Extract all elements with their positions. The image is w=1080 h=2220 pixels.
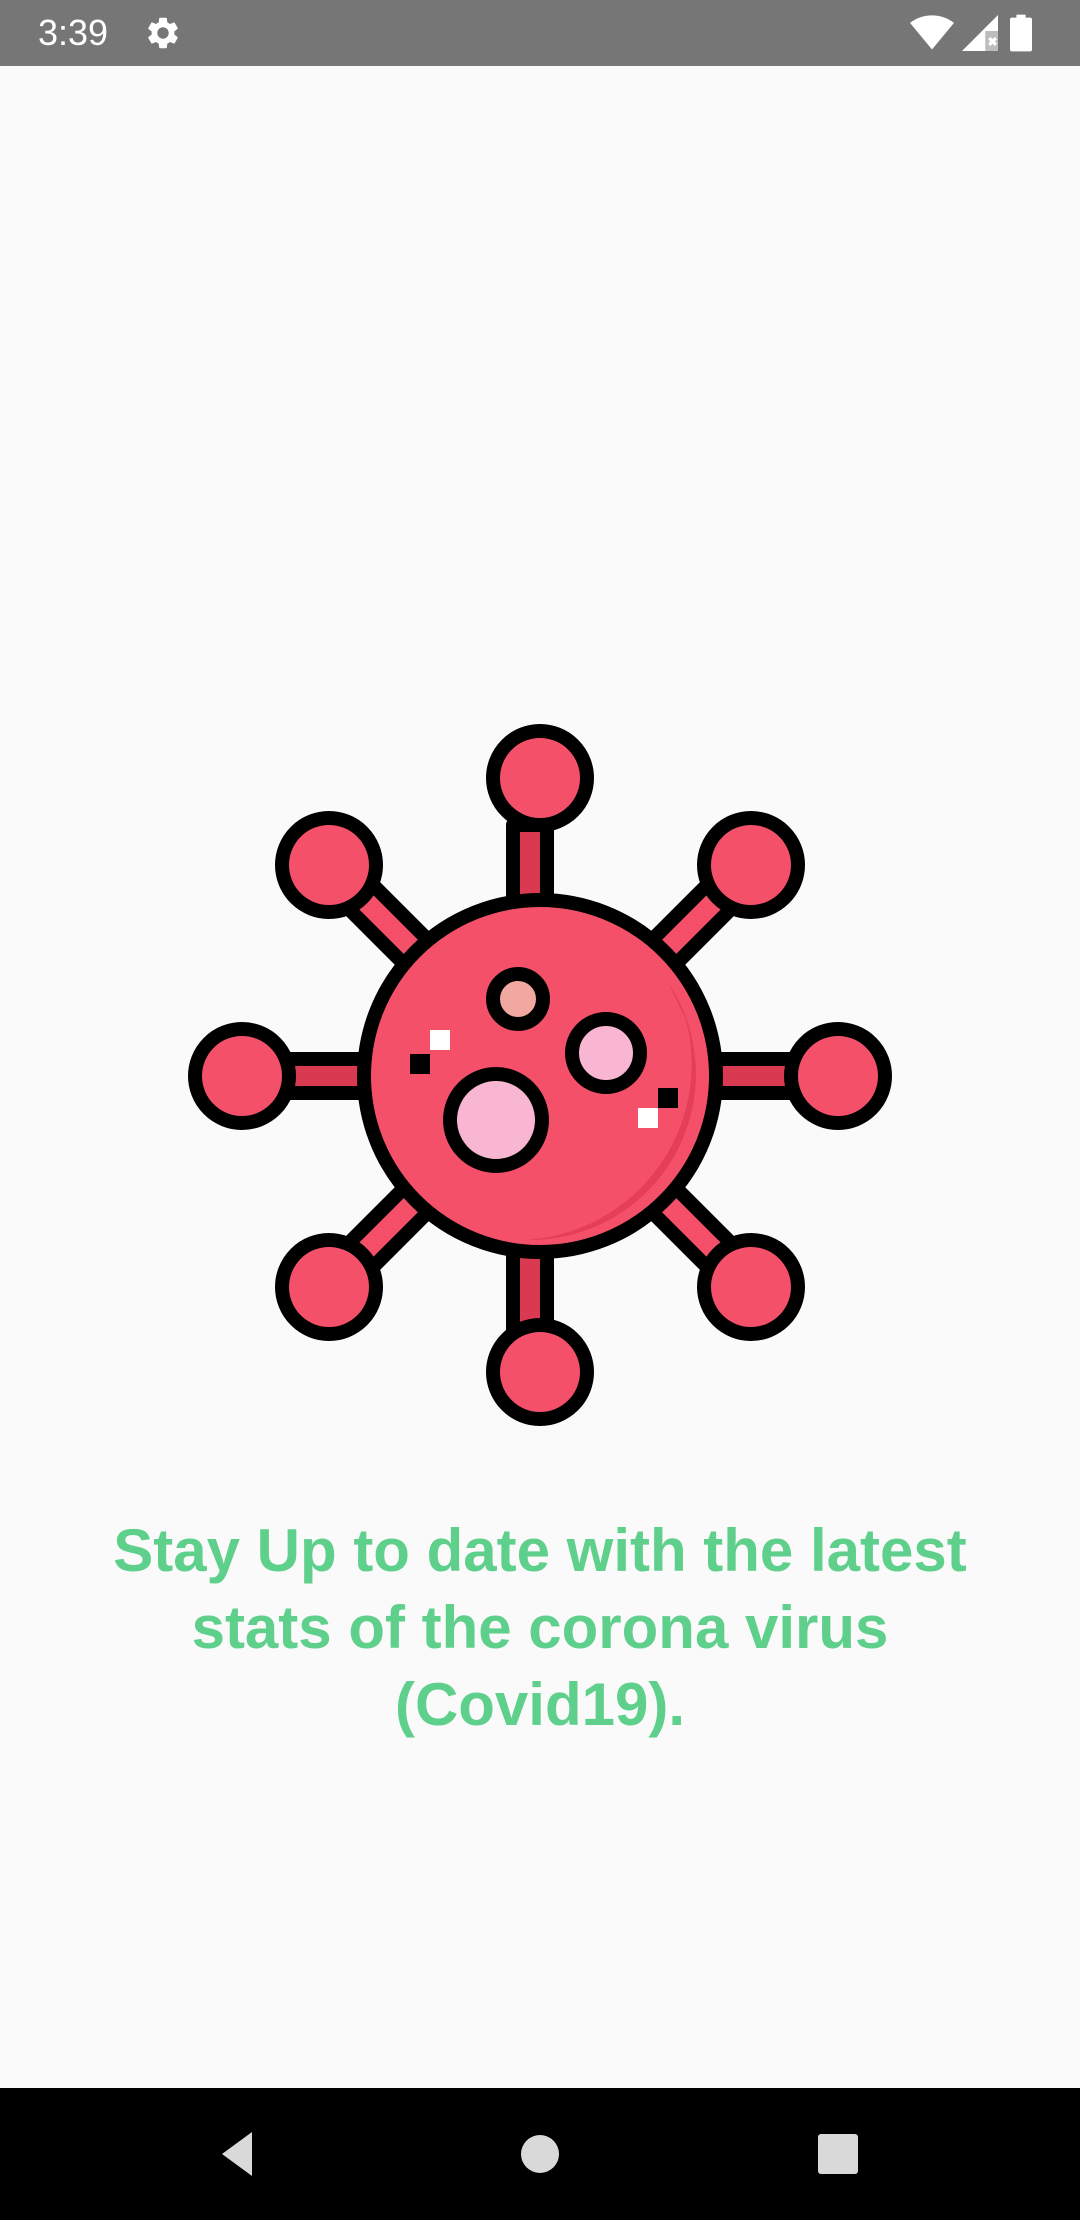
battery-icon	[1010, 14, 1032, 52]
home-button[interactable]	[510, 2124, 570, 2184]
cell-signal-icon	[962, 15, 998, 51]
splash-screen: 3:39 Stay Up to date with the latest sta…	[0, 0, 1080, 2220]
status-bar: 3:39	[0, 0, 1080, 66]
wifi-icon	[910, 15, 954, 50]
recents-button[interactable]	[808, 2124, 868, 2184]
status-time: 3:39	[38, 12, 109, 53]
settings-gear-icon	[148, 17, 178, 49]
back-button[interactable]	[210, 2124, 270, 2184]
status-icons	[910, 14, 1040, 52]
tagline-text: Stay Up to date with the latest stats of…	[113, 1517, 967, 1738]
coronavirus-icon	[188, 724, 892, 1426]
navigation-bar	[0, 2088, 1080, 2220]
